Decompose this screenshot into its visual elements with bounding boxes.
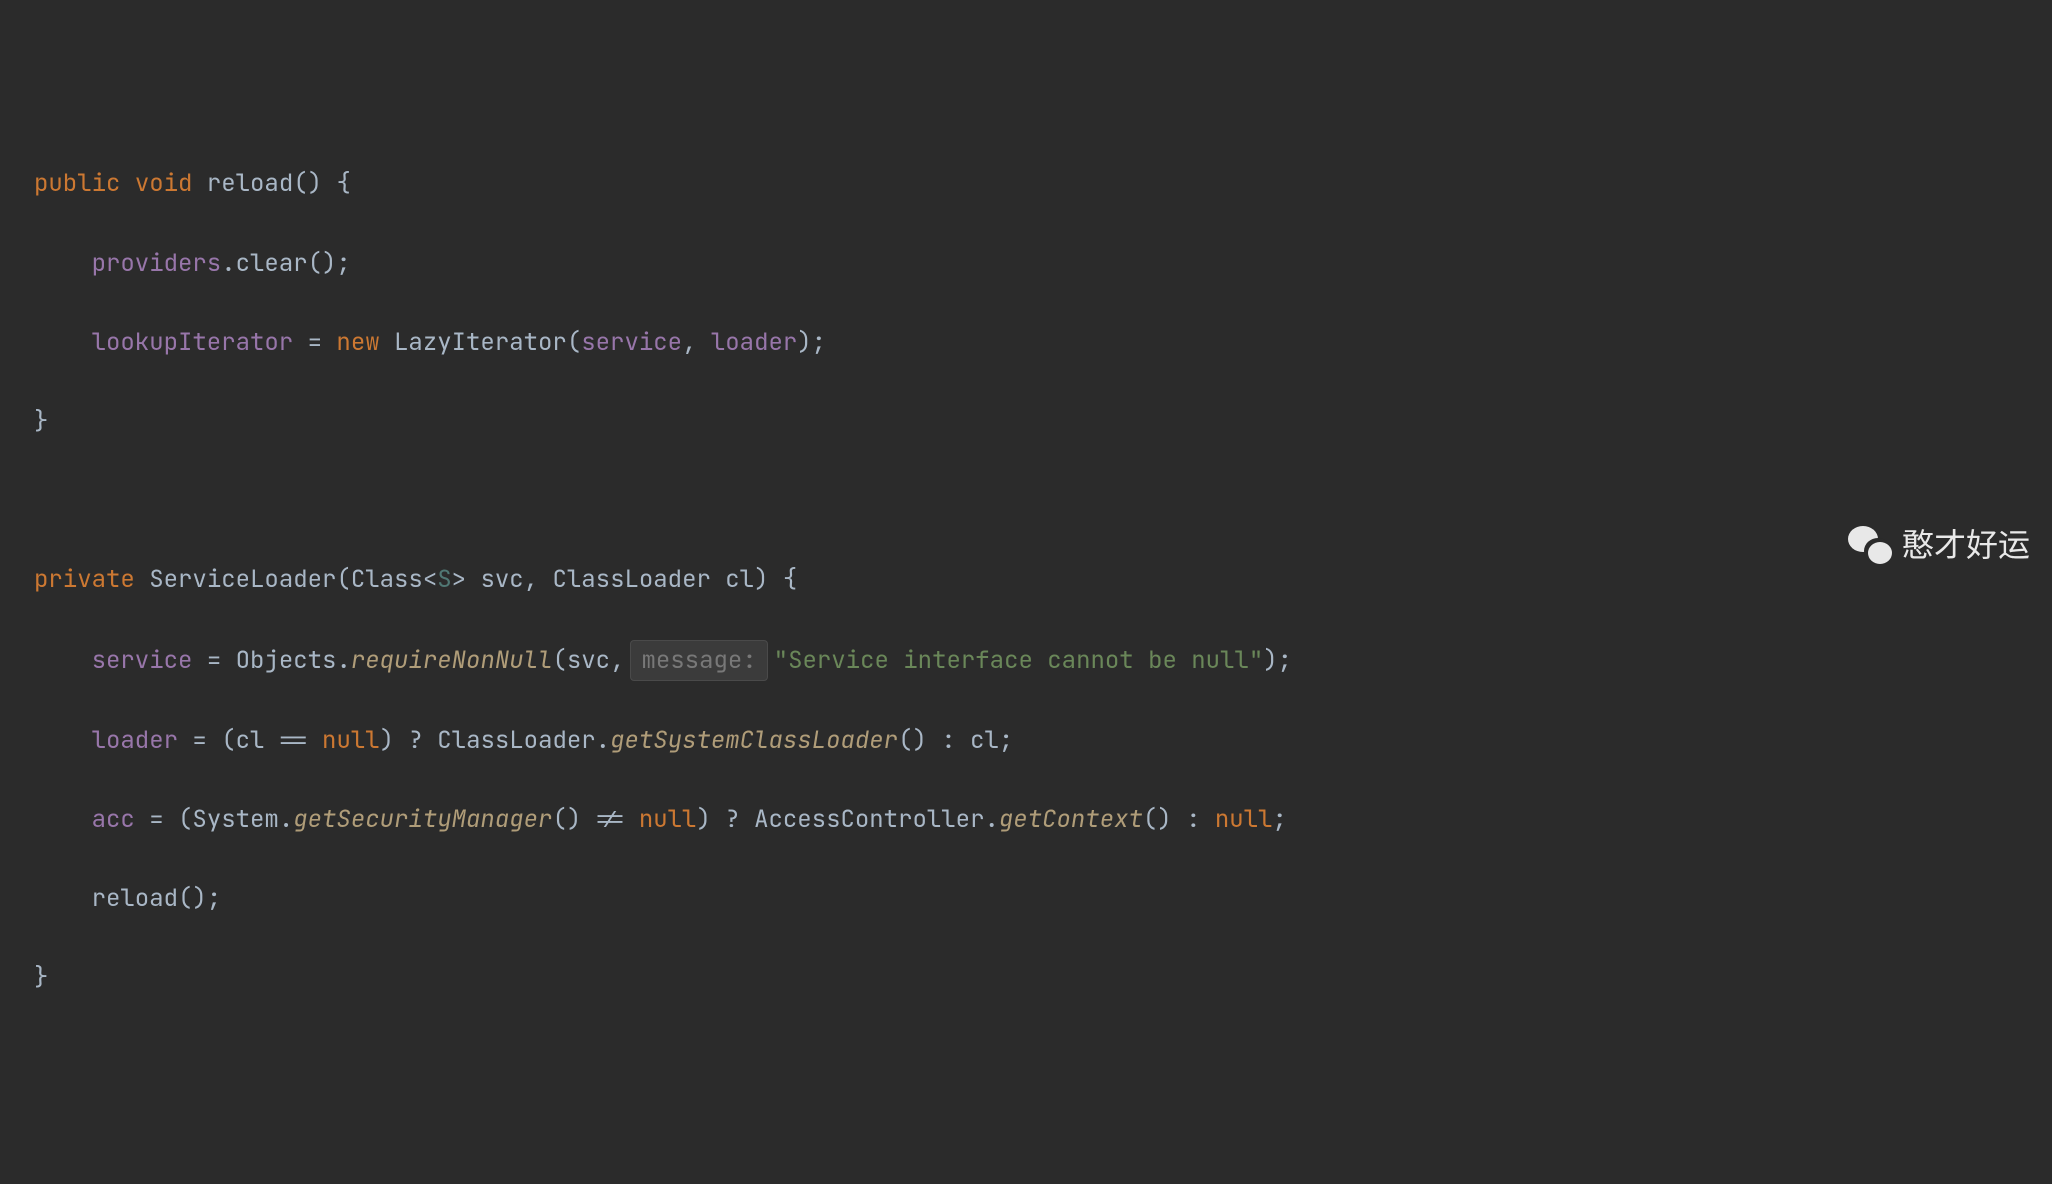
generic-S: S bbox=[437, 564, 451, 595]
comma: , bbox=[682, 327, 711, 358]
paren-open: ( bbox=[336, 564, 350, 595]
dot: . bbox=[596, 725, 610, 756]
lt: < bbox=[423, 564, 437, 595]
keyword-null: null bbox=[322, 725, 380, 756]
brace-open: { bbox=[322, 168, 351, 199]
parameter-hint: message: bbox=[630, 640, 767, 682]
space bbox=[466, 564, 480, 595]
call-parens: () bbox=[1143, 804, 1172, 835]
eq-eq: == bbox=[264, 725, 322, 756]
paren-close: ); bbox=[1263, 645, 1292, 676]
indent bbox=[34, 883, 92, 914]
indent bbox=[34, 725, 92, 756]
code-line-10[interactable]: reload(); bbox=[0, 879, 2052, 919]
equals-paren: = ( bbox=[178, 725, 236, 756]
indent bbox=[34, 804, 92, 835]
indent bbox=[34, 645, 92, 676]
code-line-9[interactable]: acc = (System.getSecurityManager() != nu… bbox=[0, 800, 2052, 840]
call-parens: () bbox=[898, 725, 927, 756]
code-line-7[interactable]: service = Objects.requireNonNull(svc,mes… bbox=[0, 640, 2052, 682]
var-cl-else: cl bbox=[970, 725, 999, 756]
code-line-4[interactable]: } bbox=[0, 402, 2052, 442]
ternary-colon: : bbox=[927, 725, 970, 756]
field-loader: loader bbox=[92, 725, 178, 756]
watermark: 憨才好运 bbox=[1848, 519, 2030, 572]
equals-paren: = ( bbox=[135, 804, 193, 835]
not-eq: != bbox=[581, 804, 639, 835]
wechat-icon bbox=[1848, 526, 1892, 566]
method-getSecurityManager: getSecurityManager bbox=[293, 804, 552, 835]
semicolon: ; bbox=[1273, 804, 1287, 835]
arg-svc: svc bbox=[567, 645, 610, 676]
field-lookupIterator: lookupIterator bbox=[92, 327, 294, 358]
space bbox=[711, 564, 725, 595]
code-line-2[interactable]: providers.clear(); bbox=[0, 244, 2052, 284]
class-ClassLoader: ClassLoader bbox=[437, 725, 595, 756]
class-System: System bbox=[192, 804, 278, 835]
class-AccessController: AccessController bbox=[754, 804, 984, 835]
code-line-11[interactable]: } bbox=[0, 958, 2052, 998]
ctor-LazyIterator: LazyIterator bbox=[394, 327, 567, 358]
equals: = bbox=[293, 327, 336, 358]
string-literal: "Service interface cannot be null" bbox=[774, 645, 1264, 676]
equals: = bbox=[192, 645, 235, 676]
keyword-public: public bbox=[34, 168, 120, 199]
method-clear: clear bbox=[236, 248, 308, 279]
method-requireNonNull: requireNonNull bbox=[351, 645, 553, 676]
paren-open: ( bbox=[552, 645, 566, 676]
semicolon: ; bbox=[999, 725, 1013, 756]
tail: (); bbox=[308, 248, 351, 279]
comma: , bbox=[610, 645, 624, 676]
call-reload: reload bbox=[92, 883, 178, 914]
var-cl: cl bbox=[236, 725, 265, 756]
ctor-ServiceLoader: ServiceLoader bbox=[149, 564, 336, 595]
ternary-q: ) ? bbox=[696, 804, 754, 835]
type-Class: Class bbox=[351, 564, 423, 595]
parens: () bbox=[293, 168, 322, 199]
code-line-8[interactable]: loader = (cl == null) ? ClassLoader.getS… bbox=[0, 721, 2052, 761]
keyword-private: private bbox=[34, 564, 135, 595]
dot: . bbox=[984, 804, 998, 835]
paren-close: ); bbox=[797, 327, 826, 358]
type-ClassLoader: ClassLoader bbox=[552, 564, 710, 595]
code-line-3[interactable]: lookupIterator = new LazyIterator(servic… bbox=[0, 323, 2052, 363]
field-service: service bbox=[92, 645, 193, 676]
call-parens: () bbox=[552, 804, 581, 835]
code-line-1[interactable]: public void reload() { bbox=[0, 164, 2052, 204]
ternary-q: ) ? bbox=[380, 725, 438, 756]
method-name: reload bbox=[207, 168, 293, 199]
method-getContext: getContext bbox=[999, 804, 1143, 835]
space bbox=[135, 564, 149, 595]
param-svc: svc bbox=[480, 564, 523, 595]
space bbox=[380, 327, 394, 358]
method-getSystemClassLoader: getSystemClassLoader bbox=[610, 725, 898, 756]
tail: (); bbox=[178, 883, 221, 914]
indent bbox=[34, 248, 92, 279]
ternary-colon: : bbox=[1172, 804, 1215, 835]
paren-close-brace: ) { bbox=[754, 564, 797, 595]
indent bbox=[34, 327, 92, 358]
keyword-void: void bbox=[135, 168, 193, 199]
field-providers: providers bbox=[92, 248, 222, 279]
class-Objects: Objects bbox=[236, 645, 337, 676]
arg-loader: loader bbox=[711, 327, 797, 358]
code-line-5-blank[interactable] bbox=[0, 481, 2052, 521]
keyword-null: null bbox=[639, 804, 697, 835]
brace-close: } bbox=[34, 406, 48, 437]
keyword-null: null bbox=[1215, 804, 1273, 835]
dot: . bbox=[221, 248, 235, 279]
brace-close: } bbox=[34, 962, 48, 993]
keyword-new: new bbox=[336, 327, 379, 358]
code-line-6[interactable]: private ServiceLoader(Class<S> svc, Clas… bbox=[0, 560, 2052, 600]
watermark-text: 憨才好运 bbox=[1902, 519, 2030, 572]
dot: . bbox=[336, 645, 350, 676]
dot: . bbox=[279, 804, 293, 835]
param-cl: cl bbox=[725, 564, 754, 595]
paren-open: ( bbox=[567, 327, 581, 358]
gt: > bbox=[452, 564, 466, 595]
arg-service: service bbox=[581, 327, 682, 358]
field-acc: acc bbox=[92, 804, 135, 835]
comma: , bbox=[524, 564, 553, 595]
